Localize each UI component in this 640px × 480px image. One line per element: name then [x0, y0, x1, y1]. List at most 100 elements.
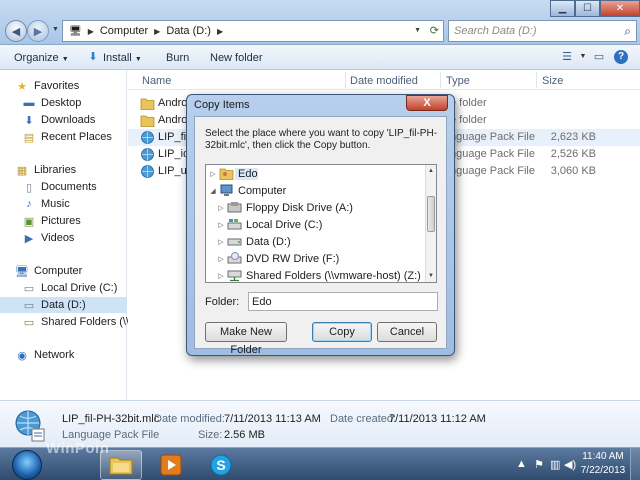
taskbar-media-player[interactable]	[150, 450, 192, 480]
back-button[interactable]: ◀	[5, 20, 27, 42]
star-icon: ★	[17, 80, 27, 93]
taskbar-skype[interactable]: S	[200, 450, 242, 480]
column-divider[interactable]	[536, 72, 537, 88]
clock-date: 7/22/2013	[580, 465, 626, 476]
maximize-button[interactable]: ☐	[575, 0, 600, 17]
network-status-icon[interactable]: ▥	[550, 458, 560, 471]
folder-tree[interactable]: ▷ Edo ◢ Computer ▷ Floppy Disk Drive (A:…	[205, 164, 437, 283]
expand-arrow-icon[interactable]: ▷	[208, 170, 218, 178]
sidebar-item-libraries[interactable]: ▦ Libraries	[15, 162, 76, 178]
tree-scrollbar[interactable]: ▲ ▼	[425, 165, 436, 282]
language-pack-icon	[15, 410, 45, 442]
skype-icon: S	[210, 454, 232, 476]
breadcrumb-data-drive[interactable]: Data (D:)	[166, 25, 211, 37]
sidebar-item-pictures[interactable]: ▣ Pictures	[22, 213, 81, 229]
collapse-arrow-icon[interactable]: ◢	[208, 187, 218, 195]
sidebar-item-data-drive[interactable]: ▭ Data (D:)	[0, 297, 127, 313]
column-divider[interactable]	[440, 72, 441, 88]
sidebar-item-recent-places[interactable]: ▤ Recent Places	[22, 129, 112, 145]
language-pack-icon	[141, 148, 154, 161]
preview-pane-icon[interactable]: ▭	[592, 50, 606, 64]
system-clock[interactable]: 11:40 AM 7/22/2013	[578, 450, 628, 478]
tree-item-computer[interactable]: ◢ Computer	[208, 182, 286, 199]
chevron-right-icon[interactable]: ▶	[217, 27, 223, 36]
expand-arrow-icon[interactable]: ▷	[216, 238, 226, 246]
selected-file-name: LIP_fil-PH-32bit.mlc	[62, 413, 160, 425]
copy-button[interactable]: Copy	[312, 322, 372, 342]
chevron-right-icon[interactable]: ▶	[154, 27, 160, 36]
scroll-up-arrow-icon[interactable]: ▲	[426, 165, 436, 177]
tree-item-label: Computer	[238, 184, 287, 197]
expand-arrow-icon[interactable]: ▷	[216, 255, 226, 263]
column-type[interactable]: Type	[446, 75, 470, 87]
expand-arrow-icon[interactable]: ▷	[216, 272, 226, 280]
sidebar-item-favorites[interactable]: ★ Favorites	[15, 78, 79, 94]
organize-button[interactable]: Organize ▼	[14, 52, 69, 64]
title-bar: ◀ ▶ ▼ 🖥 ▶ Computer ▶ Data (D:) ▶ ▼ ⟳ Sea…	[0, 0, 640, 45]
column-date-modified[interactable]: Date modified	[350, 75, 418, 87]
chevron-right-icon[interactable]: ▶	[88, 27, 94, 36]
sidebar-item-videos[interactable]: ▶ Videos	[22, 230, 75, 246]
sidebar-item-computer[interactable]: 🖥 Computer	[15, 263, 82, 279]
dvd-icon	[226, 252, 243, 266]
dialog-instruction: Select the place where you want to copy …	[205, 128, 438, 151]
sidebar-item-downloads[interactable]: ⬇ Downloads	[22, 112, 95, 128]
expand-arrow-icon[interactable]: ▷	[216, 204, 226, 212]
tree-item-data-drive[interactable]: ▷ Data (D:)	[216, 233, 290, 250]
volume-icon[interactable]: ◀)	[564, 458, 576, 471]
burn-button[interactable]: Burn	[166, 52, 189, 64]
dialog-title: Copy Items	[194, 99, 250, 111]
file-type: e folder	[450, 97, 487, 109]
column-name[interactable]: Name	[142, 75, 171, 87]
cancel-button[interactable]: Cancel	[377, 322, 437, 342]
make-new-folder-button[interactable]: Make New Folder	[205, 322, 287, 356]
chevron-down-icon[interactable]: ▼	[576, 53, 590, 67]
tree-item-dvd-drive[interactable]: ▷ DVD RW Drive (F:)	[216, 250, 339, 267]
sidebar-item-network[interactable]: ◉ Network	[15, 347, 74, 363]
date-modified-value: 7/11/2013 11:13 AM	[224, 413, 321, 425]
view-options-icon[interactable]: ☰	[560, 50, 574, 64]
dialog-body: Select the place where you want to copy …	[194, 116, 447, 356]
tree-item-local-drive[interactable]: ▷ Local Drive (C:)	[216, 216, 322, 233]
scrollbar-thumb[interactable]	[427, 196, 435, 232]
address-bar[interactable]: 🖥 ▶ Computer ▶ Data (D:) ▶ ▼ ⟳	[62, 20, 444, 42]
column-size[interactable]: Size	[542, 75, 563, 87]
minimize-button[interactable]: ▁	[550, 0, 575, 17]
sidebar-item-label: Local Drive (C:)	[41, 282, 118, 294]
start-button[interactable]	[12, 450, 42, 480]
install-button[interactable]: Install ▼	[103, 52, 142, 64]
language-pack-icon	[141, 165, 154, 178]
tray-expand-icon[interactable]: ▲	[516, 458, 527, 470]
new-folder-button[interactable]: New folder	[210, 52, 263, 64]
help-icon[interactable]: ?	[614, 50, 628, 64]
sidebar-item-documents[interactable]: ▯ Documents	[22, 179, 97, 195]
column-divider[interactable]	[345, 72, 346, 88]
expand-arrow-icon[interactable]: ▷	[216, 221, 226, 229]
sidebar-item-desktop[interactable]: ▬ Desktop	[22, 95, 82, 111]
search-input[interactable]: Search Data (D:) ⌕	[448, 20, 637, 42]
tree-item-shared-folders[interactable]: ▷ Shared Folders (\\vmware-host) (Z:)	[216, 267, 421, 282]
dialog-close-button[interactable]: X	[406, 95, 448, 111]
tree-item-floppy[interactable]: ▷ Floppy Disk Drive (A:)	[216, 199, 353, 216]
sidebar-item-label: Videos	[41, 232, 75, 244]
tree-item-edo[interactable]: ▷ Edo	[208, 165, 258, 182]
action-center-icon[interactable]: ⚑	[534, 458, 544, 471]
show-desktop-button[interactable]	[630, 448, 640, 480]
file-type: nguage Pack File	[450, 165, 535, 177]
sidebar-item-local-drive[interactable]: ▭ Local Drive (C:)	[22, 280, 118, 296]
recent-places-icon: ▤	[23, 131, 35, 144]
sidebar-item-shared-folders[interactable]: ▭ Shared Folders (\\vn	[22, 314, 141, 330]
recent-pages-dropdown[interactable]: ▼	[52, 26, 59, 33]
search-icon[interactable]: ⌕	[624, 24, 631, 39]
close-button[interactable]: ✕	[600, 0, 640, 17]
refresh-icon[interactable]: ⟳	[430, 24, 439, 37]
address-dropdown-icon[interactable]: ▼	[414, 27, 421, 34]
drive-icon: ▭	[23, 299, 35, 312]
sidebar-item-music[interactable]: ♪ Music	[22, 196, 69, 212]
forward-button[interactable]: ▶	[27, 20, 49, 42]
file-type: nguage Pack File	[450, 148, 535, 160]
tree-item-label: DVD RW Drive (F:)	[246, 252, 340, 265]
breadcrumb-computer[interactable]: Computer	[100, 25, 148, 37]
folder-field[interactable]: Edo	[248, 292, 438, 311]
scroll-down-arrow-icon[interactable]: ▼	[426, 270, 436, 282]
